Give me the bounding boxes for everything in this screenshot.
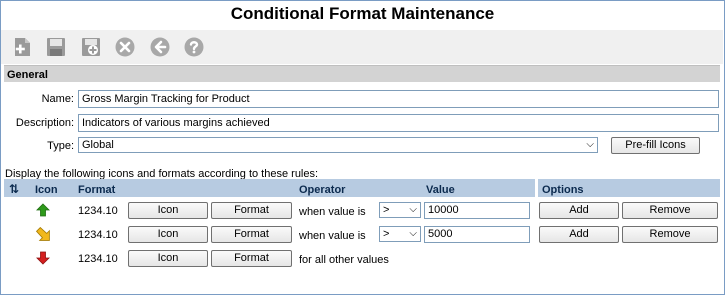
page-title: Conditional Format Maintenance (230, 4, 495, 23)
back-icon[interactable] (148, 35, 172, 59)
condition-label: when value is (299, 230, 366, 242)
operator-select[interactable]: > ⌵ (379, 226, 421, 242)
chevron-down-icon: ⌵ (409, 204, 417, 215)
chevron-down-icon: ⌵ (409, 228, 417, 239)
delete-icon[interactable] (113, 35, 137, 59)
toolbar (1, 30, 723, 64)
icon-button[interactable]: Icon (128, 202, 208, 219)
operator-select-value: > (383, 204, 390, 216)
description-field[interactable]: Indicators of various margins achieved (78, 114, 719, 132)
format-button[interactable]: Format (211, 202, 292, 219)
name-label: Name: (41, 93, 74, 105)
condition-label: when value is (299, 206, 366, 218)
description-label: Description: (15, 117, 74, 129)
format-sample: 1234.10 (78, 229, 118, 241)
format-column-header: Format (78, 184, 116, 196)
format-sample: 1234.10 (78, 253, 118, 265)
format-button[interactable]: Format (211, 226, 292, 243)
format-sample: 1234.10 (78, 205, 118, 217)
operator-select-value: > (383, 228, 390, 240)
save-as-icon[interactable] (79, 35, 103, 59)
arrow-up-green-icon (36, 203, 50, 220)
remove-button[interactable]: Remove (622, 226, 718, 243)
general-section-header: General (4, 65, 720, 82)
new-icon[interactable] (11, 35, 35, 59)
condition-label: for all other values (299, 254, 389, 266)
arrow-down-red-icon (36, 251, 50, 268)
chevron-down-icon: ⌵ (586, 139, 594, 150)
remove-button[interactable]: Remove (622, 202, 718, 219)
value-column-header: Value (426, 184, 455, 196)
add-button[interactable]: Add (539, 202, 619, 219)
options-column-header: Options (542, 184, 584, 196)
icon-button[interactable]: Icon (128, 250, 208, 267)
icon-column-header: Icon (35, 184, 58, 196)
prefill-icons-button[interactable]: Pre-fill Icons (611, 137, 700, 154)
arrow-diagonal-yellow-icon (35, 226, 51, 245)
name-field[interactable]: Gross Margin Tracking for Product (78, 90, 719, 108)
format-button[interactable]: Format (211, 250, 292, 267)
add-button[interactable]: Add (539, 226, 619, 243)
save-icon[interactable] (44, 35, 68, 59)
value-input[interactable]: 10000 (424, 202, 530, 219)
type-label: Type: (47, 140, 74, 152)
type-select-value: Global (82, 139, 114, 151)
value-input[interactable]: 5000 (424, 226, 530, 243)
operator-column-header: Operator (299, 184, 346, 196)
operator-select[interactable]: > ⌵ (379, 202, 421, 218)
icon-button[interactable]: Icon (128, 226, 208, 243)
sort-icon[interactable]: ⇅ (9, 182, 19, 196)
type-select[interactable]: Global ⌵ (78, 137, 598, 153)
help-icon[interactable] (182, 35, 206, 59)
